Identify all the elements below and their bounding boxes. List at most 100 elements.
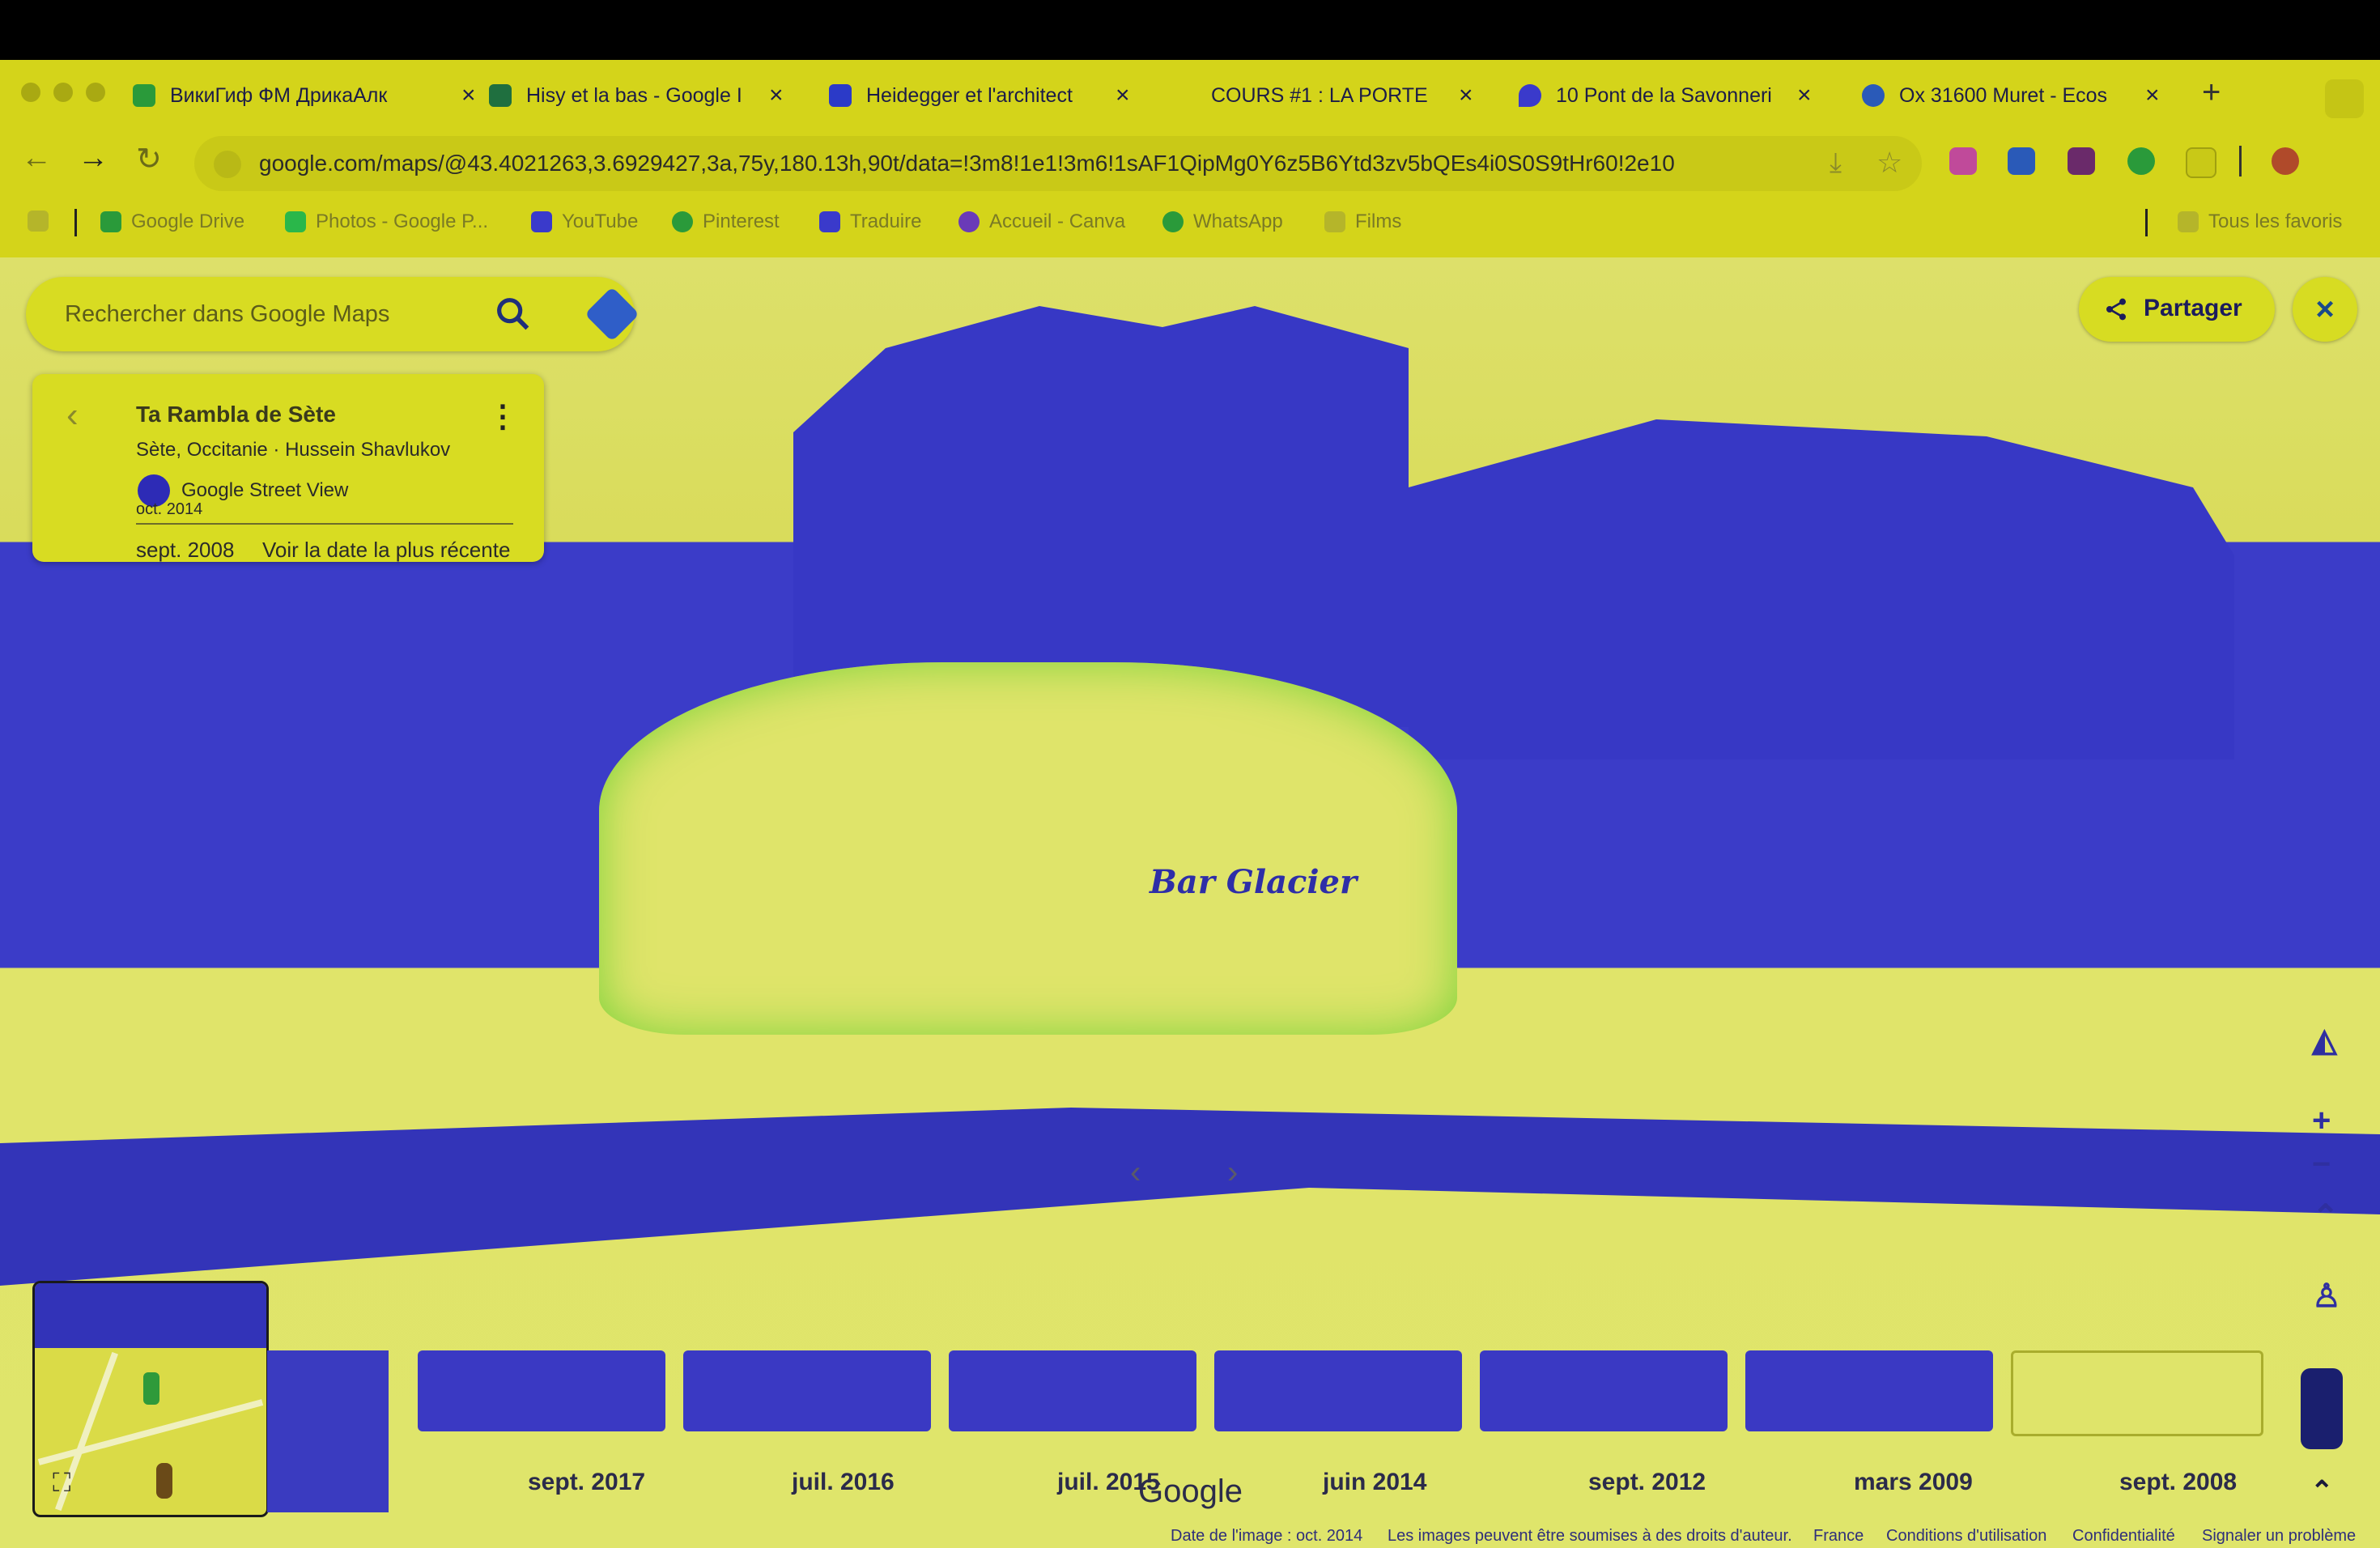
profile-avatar[interactable] <box>2272 147 2299 175</box>
pegman-marker-icon <box>156 1463 172 1499</box>
directions-icon[interactable] <box>584 287 640 342</box>
latest-date-link[interactable]: Voir la date la plus récente <box>262 538 510 563</box>
pegman-icon[interactable]: ♙ <box>2312 1278 2341 1315</box>
window-zoom-dot[interactable] <box>86 83 105 102</box>
tab-close-icon[interactable]: × <box>461 82 476 109</box>
toolbar-divider <box>2239 146 2242 176</box>
timeline-thumb[interactable] <box>418 1350 665 1431</box>
search-icon[interactable] <box>492 293 534 335</box>
bookmark-translate[interactable]: Traduire <box>819 211 921 233</box>
all-bookmarks-folder[interactable]: Tous les favoris <box>2178 211 2342 233</box>
bookmark-pinterest[interactable]: Pinterest <box>672 211 780 233</box>
timeline-thumb[interactable] <box>949 1350 1196 1431</box>
collapse-timeline-icon[interactable]: ⌃ <box>2310 1475 2334 1508</box>
country-link[interactable]: France <box>1813 1527 1864 1546</box>
bookmark-google-photos[interactable]: Photos - Google P... <box>285 211 488 233</box>
road <box>0 1108 2380 1286</box>
tab-strip: ВикиГиф ФМ ДрикаАлк × Hisy et la bas - G… <box>0 60 2380 128</box>
tab-1[interactable]: ВикиГиф ФМ ДрикаАлк × <box>133 71 489 120</box>
expand-map-icon[interactable]: ⛶ <box>53 1468 70 1499</box>
zoom-in-button[interactable]: + <box>2312 1103 2331 1139</box>
old-date: oct. 2014 <box>136 500 203 518</box>
install-icon[interactable]: ⤓ <box>1830 147 1842 179</box>
back-arrow-icon[interactable]: ← <box>21 141 52 176</box>
collapse-up-icon[interactable]: ⌃ <box>2312 1198 2340 1235</box>
prev-arrow-icon[interactable]: ‹ <box>1130 1155 1141 1191</box>
zoom-out-button[interactable]: − <box>2312 1146 2331 1183</box>
tab-label: ВикиГиф ФМ ДрикаАлк <box>170 83 388 107</box>
place-title: Ta Rambla de Sète <box>136 402 336 427</box>
next-arrow-icon[interactable]: › <box>1227 1155 1238 1191</box>
tab-close-icon[interactable]: × <box>1459 82 1473 109</box>
share-button[interactable]: Partager <box>2079 277 2275 342</box>
terms-link[interactable]: Conditions d'utilisation <box>1886 1527 2046 1546</box>
pavilion-structure <box>599 662 1457 1035</box>
address-bar[interactable]: google.com/maps/@43.4021263,3.6929427,3a… <box>194 136 1922 191</box>
system-top-bar <box>0 0 2380 60</box>
imagery-notice: Les images peuvent être soumises à des d… <box>1388 1527 1792 1545</box>
privacy-link[interactable]: Confidentialité <box>2072 1527 2175 1546</box>
more-options-icon[interactable]: ⋮ <box>487 398 518 435</box>
new-tab-button[interactable]: + <box>2202 74 2221 111</box>
timeline-thumb[interactable] <box>1214 1350 1462 1431</box>
search-box[interactable]: Rechercher dans Google Maps <box>26 277 640 351</box>
article-favicon-icon <box>829 84 852 107</box>
bookmark-canva[interactable]: Accueil - Canva <box>958 211 1125 233</box>
tab-close-icon[interactable]: × <box>769 82 784 109</box>
bookmark-star-icon[interactable]: ☆ <box>1876 146 1902 180</box>
tab-5[interactable]: 10 Pont de la Savonneri × <box>1519 71 1834 120</box>
puzzle-extensions-icon[interactable] <box>2186 147 2216 178</box>
timeline-date[interactable]: sept. 2012 <box>1588 1469 1706 1496</box>
extension-1-icon[interactable] <box>1949 147 1977 175</box>
tab-label: Ox 31600 Muret - Ecos <box>1899 83 2108 107</box>
timeline-date-selected[interactable]: sept. 2008 <box>2119 1469 2237 1496</box>
forward-arrow-icon[interactable]: → <box>78 141 108 176</box>
tab-close-icon[interactable]: × <box>1116 82 1130 109</box>
map-water <box>35 1283 266 1348</box>
translate-extension-icon[interactable] <box>2008 147 2035 175</box>
window-close-dot[interactable] <box>21 83 40 102</box>
timeline-thumb[interactable] <box>1745 1350 1993 1431</box>
timeline-date[interactable]: juil. 2016 <box>792 1469 895 1496</box>
timeline-thumb-selected[interactable] <box>2011 1350 2263 1436</box>
ecosia-favicon-icon <box>1862 84 1885 107</box>
time-slider-control[interactable] <box>2301 1368 2343 1449</box>
timeline-thumb[interactable] <box>1480 1350 1728 1431</box>
location-marker-icon <box>143 1372 159 1405</box>
w-extension-icon[interactable] <box>2068 147 2095 175</box>
tab-3[interactable]: Heidegger et l'architect × <box>829 71 1153 120</box>
reload-icon[interactable]: ↻ <box>136 141 162 177</box>
timeline-thumb[interactable] <box>683 1350 931 1431</box>
apps-grid-icon[interactable] <box>28 211 58 232</box>
bookmark-films[interactable]: Films <box>1324 211 1401 233</box>
timeline-date[interactable]: mars 2009 <box>1854 1469 1973 1496</box>
bookmark-youtube[interactable]: YouTube <box>531 211 638 233</box>
timeline-date[interactable]: juin 2014 <box>1323 1469 1426 1496</box>
tab-6[interactable]: Ox 31600 Muret - Ecos × <box>1862 71 2170 120</box>
back-chevron-icon[interactable]: ‹ <box>66 395 79 436</box>
close-street-view-button[interactable]: × <box>2293 277 2357 342</box>
tab-close-icon[interactable]: × <box>1797 82 1812 109</box>
window-minimize-dot[interactable] <box>53 83 73 102</box>
timeline-date[interactable]: sept. 2017 <box>528 1469 645 1496</box>
report-problem-link[interactable]: Signaler un problème <box>2202 1527 2356 1546</box>
bookmark-google-drive[interactable]: Google Drive <box>100 211 244 233</box>
map-edge <box>267 1350 389 1512</box>
bookmarks-bar: Google Drive Photos - Google P... YouTub… <box>0 199 2380 245</box>
search-placeholder: Rechercher dans Google Maps <box>65 301 390 327</box>
mini-map[interactable]: ⛶ <box>32 1281 269 1517</box>
bookmark-whatsapp[interactable]: WhatsApp <box>1162 211 1283 233</box>
tab-4[interactable]: COURS #1 : LA PORTE × <box>1211 71 1494 120</box>
street-view-panorama[interactable]: Bar Glacier Rechercher dans Google Maps … <box>0 257 2380 1548</box>
site-info-icon[interactable] <box>214 151 241 178</box>
location-info-card: ‹ Ta Rambla de Sète ⋮ Sète, Occitanie · … <box>32 374 544 562</box>
bookmark-divider <box>2145 209 2148 236</box>
compass-icon[interactable]: ◭ <box>2312 1022 2337 1059</box>
tab-2[interactable]: Hisy et la bas - Google I × <box>489 71 797 120</box>
maps-favicon-icon <box>133 84 155 107</box>
tab-label: Hisy et la bas - Google I <box>526 83 742 107</box>
extension-4-icon[interactable] <box>2127 147 2155 175</box>
tab-search-button[interactable] <box>2325 79 2364 118</box>
google-logo: Google <box>1138 1474 1243 1509</box>
tab-close-icon[interactable]: × <box>2145 82 2160 109</box>
